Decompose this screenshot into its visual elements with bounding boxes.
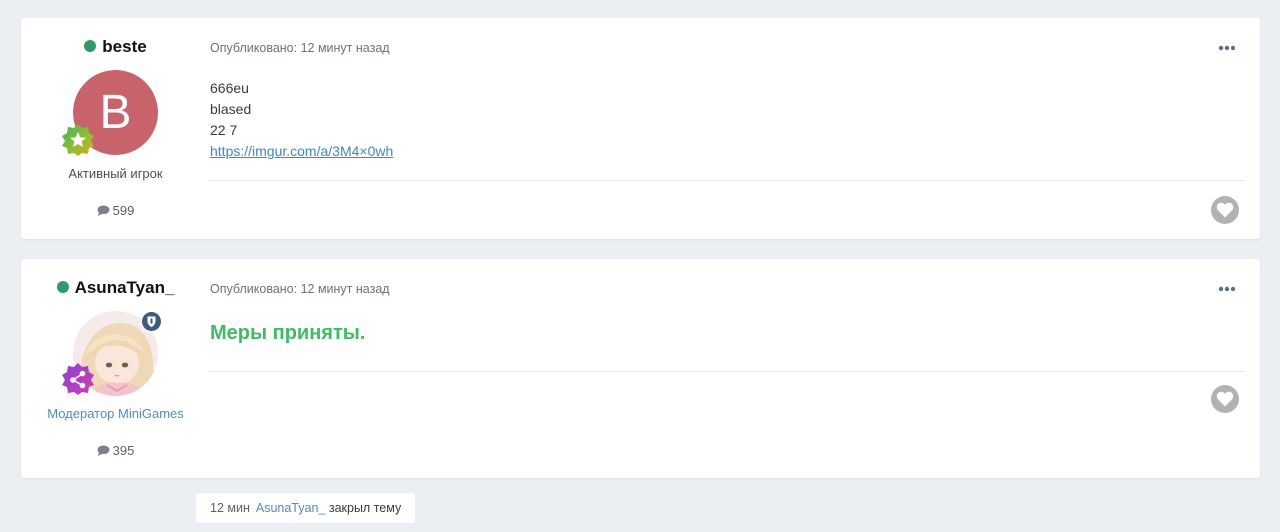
author-name[interactable]: AsunaTyan_ — [21, 278, 210, 298]
shield-moderator-icon — [140, 310, 163, 333]
online-status-dot — [84, 40, 97, 52]
author-column: beste B Активный игрок 599 — [21, 18, 210, 239]
content-line: blased — [210, 101, 252, 117]
post-asunatyan: AsunaTyan_ Модератор MiniGames 395 Опубл… — [21, 259, 1260, 478]
post-meta: Опубликовано: 12 минут назад — [210, 41, 390, 55]
comment-icon — [97, 205, 110, 216]
share-rank-badge-icon — [62, 363, 94, 395]
moderator-message: Меры приняты. — [210, 322, 366, 344]
post-content: 666eu blased 22 7 https://imgur.com/a/3M… — [210, 78, 393, 162]
content-line: 22 7 — [210, 122, 238, 138]
post-count-value: 599 — [112, 203, 135, 218]
post-link[interactable]: https://imgur.com/a/3M4×0wh — [210, 143, 393, 159]
post-meta: Опубликовано: 12 минут назад — [210, 282, 390, 296]
post-count-value: 395 — [112, 443, 135, 458]
event-time: 12 мин — [210, 501, 250, 515]
author-name[interactable]: beste — [21, 37, 210, 57]
like-button[interactable] — [1211, 196, 1239, 224]
online-status-dot — [56, 281, 69, 293]
post-beste: beste B Активный игрок 599 Опубликовано:… — [21, 18, 1260, 239]
author-name-text[interactable]: AsunaTyan_ — [75, 278, 175, 297]
topic-event: 12 мин AsunaTyan_ закрыл тему — [196, 493, 416, 523]
post-content: Меры приняты. — [210, 323, 365, 344]
like-button[interactable] — [1211, 385, 1239, 413]
divider — [209, 371, 1245, 372]
event-action: закрыл тему — [328, 501, 402, 515]
rank-title: Активный игрок — [68, 166, 163, 181]
more-options-icon[interactable] — [1216, 279, 1238, 299]
content-line: 666eu — [210, 80, 249, 96]
more-options-icon[interactable] — [1216, 38, 1238, 58]
event-user[interactable]: AsunaTyan_ — [256, 501, 326, 515]
rank-title: Модератор MiniGames — [47, 406, 184, 421]
author-column: AsunaTyan_ Модератор MiniGames 395 — [21, 259, 210, 478]
post-count: 395 — [21, 443, 210, 458]
divider — [209, 180, 1245, 181]
star-rank-badge-icon — [62, 124, 94, 156]
post-count: 599 — [21, 203, 210, 218]
author-name-text[interactable]: beste — [102, 37, 146, 56]
heart-icon — [1216, 391, 1234, 407]
heart-icon — [1216, 202, 1234, 218]
comment-icon — [97, 445, 110, 456]
